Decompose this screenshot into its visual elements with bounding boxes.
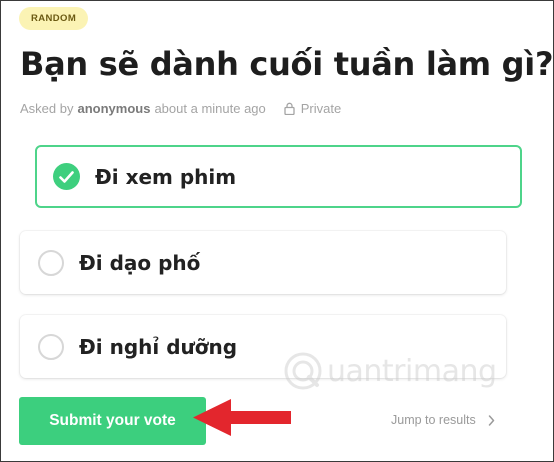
chevron-right-icon (488, 414, 495, 426)
option-label: Đi xem phim (95, 164, 237, 189)
option-1[interactable]: Đi dạo phố (20, 231, 506, 294)
radio-circle-icon (38, 333, 64, 360)
asked-by-text: Asked by (20, 101, 74, 116)
visibility-label: Private (300, 101, 342, 116)
poll-question: Bạn sẽ dành cuối tuần làm gì? (20, 45, 554, 83)
watermark: uantrimang (283, 351, 497, 391)
option-label: Đi nghỉ dưỡng (79, 334, 238, 359)
annotation-arrow-icon (191, 397, 293, 444)
jump-to-results-link[interactable]: Jump to results (391, 413, 495, 427)
check-icon (53, 163, 80, 190)
option-label: Đi dạo phố (79, 250, 201, 275)
submit-vote-button[interactable]: Submit your vote (19, 397, 206, 445)
jump-to-results-label: Jump to results (391, 413, 476, 427)
watermark-logo-icon (284, 352, 322, 390)
poll-meta: Asked by anonymous about a minute ago Pr… (20, 101, 341, 116)
radio-circle-icon (38, 249, 64, 276)
option-0[interactable]: Đi xem phim (35, 145, 522, 208)
time-ago: about a minute ago (154, 101, 266, 116)
category-badge: RANDOM (19, 7, 89, 30)
lock-icon (284, 102, 295, 115)
author-link[interactable]: anonymous (77, 101, 150, 116)
